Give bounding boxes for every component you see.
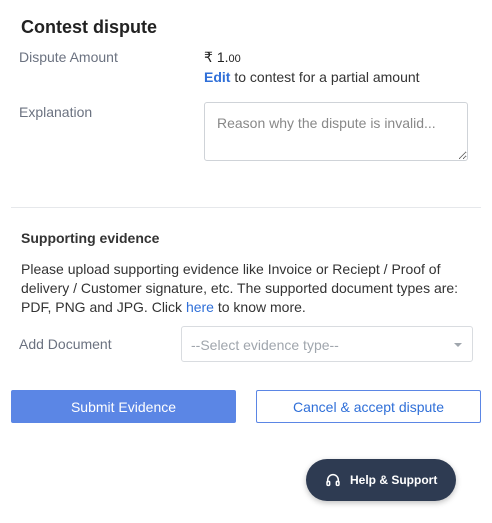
evidence-type-placeholder: --Select evidence type-- <box>191 337 339 353</box>
section-divider <box>11 207 481 208</box>
chevron-down-icon <box>454 343 462 347</box>
submit-evidence-button[interactable]: Submit Evidence <box>11 390 236 423</box>
dispute-amount-label: Dispute Amount <box>19 49 118 65</box>
headset-icon <box>326 474 340 487</box>
explanation-label: Explanation <box>19 104 93 120</box>
description-text-suffix: to know more. <box>213 299 306 315</box>
cancel-accept-dispute-button[interactable]: Cancel & accept dispute <box>256 390 481 423</box>
supporting-evidence-description: Please upload supporting evidence like I… <box>21 260 481 317</box>
amount-main: 1. <box>216 49 229 65</box>
help-support-button[interactable]: Help & Support <box>306 459 456 501</box>
dispute-amount-value: ₹ 1.00 <box>204 49 241 66</box>
supporting-evidence-title: Supporting evidence <box>21 230 160 246</box>
help-support-label: Help & Support <box>350 473 438 487</box>
know-more-link[interactable]: here <box>186 299 214 315</box>
currency-symbol: ₹ <box>204 49 213 65</box>
edit-amount-link[interactable]: Edit <box>204 69 230 85</box>
add-document-label: Add Document <box>19 336 112 352</box>
edit-amount-text: to contest for a partial amount <box>230 69 420 85</box>
evidence-type-select[interactable]: --Select evidence type-- <box>181 326 473 362</box>
explanation-input[interactable] <box>204 102 468 161</box>
edit-amount-line: Edit to contest for a partial amount <box>204 69 420 85</box>
page-title: Contest dispute <box>21 17 158 37</box>
amount-decimal: 00 <box>228 53 241 65</box>
